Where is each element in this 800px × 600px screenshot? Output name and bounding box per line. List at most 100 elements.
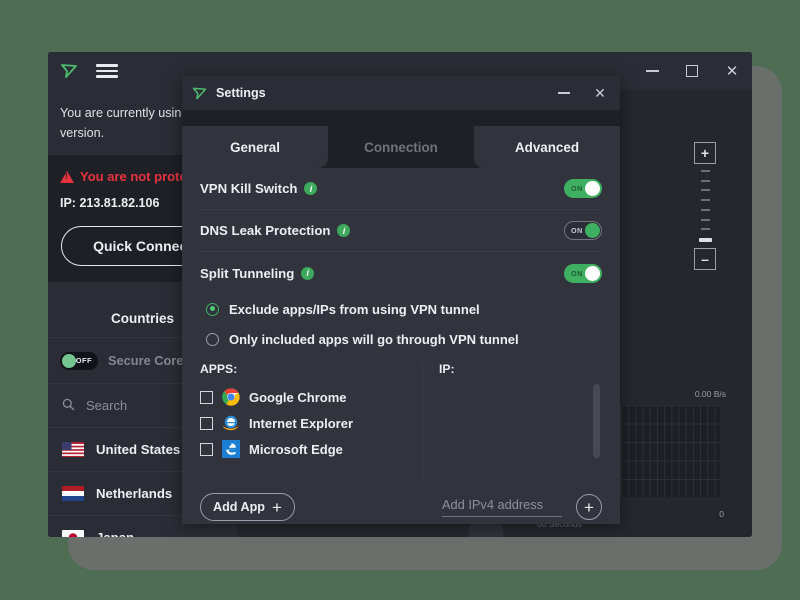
radio-row-exclude[interactable]: Exclude apps/IPs from using VPN tunnel — [200, 294, 602, 324]
ip-list-scrollbar[interactable] — [593, 384, 600, 458]
secure-core-toggle-state: OFF — [75, 355, 92, 365]
toggle-state-label: ON — [571, 226, 583, 235]
setting-label: DNS Leak Protection — [200, 223, 331, 238]
window-controls: ✕ — [632, 52, 752, 90]
app-checkbox-chrome[interactable] — [200, 390, 213, 404]
radio-include[interactable] — [206, 332, 219, 346]
toggle-state-label: ON — [571, 184, 583, 193]
settings-close-button[interactable]: ✕ — [582, 76, 618, 110]
split-tunneling-toggle[interactable]: ON — [564, 263, 602, 283]
setting-label-group: DNS Leak Protection i — [200, 223, 351, 238]
secure-core-toggle[interactable]: OFF — [60, 351, 98, 370]
zoom-tick — [700, 218, 710, 221]
settings-tabs: General Connection Advanced — [182, 126, 620, 168]
internet-explorer-icon — [222, 414, 240, 432]
app-list-item[interactable]: Microsoft Edge — [200, 436, 410, 462]
zoom-slider-track[interactable] — [698, 170, 712, 242]
search-icon — [62, 398, 75, 414]
zoom-tick — [700, 208, 710, 211]
setting-row-split-tunneling: Split Tunneling i ON — [200, 252, 602, 294]
setting-label: Split Tunneling — [200, 265, 295, 281]
settings-body: VPN Kill Switch i ON DNS Leak Protection… — [182, 168, 620, 524]
zoom-tick — [700, 228, 710, 231]
settings-titlebar: Settings ✕ — [182, 76, 620, 110]
vpn-logo-icon — [58, 60, 80, 82]
tab-connection[interactable]: Connection — [328, 126, 474, 168]
zoom-slider-thumb[interactable] — [698, 237, 712, 242]
apps-column: APPS: Google Chrome Internet Explorer Mi… — [200, 362, 422, 480]
setting-label-group: Split Tunneling i — [200, 265, 315, 281]
tab-advanced[interactable]: Advanced — [474, 126, 620, 168]
setting-label-group: VPN Kill Switch i — [200, 181, 318, 196]
add-app-button[interactable]: Add App + — [200, 493, 295, 521]
app-name: Google Chrome — [249, 389, 347, 405]
zoom-in-button[interactable]: + — [694, 142, 716, 164]
ip-label: IP: — [60, 196, 76, 211]
add-app-label: Add App — [213, 500, 265, 514]
info-icon[interactable]: i — [337, 224, 351, 237]
vpn-logo-icon — [190, 84, 208, 102]
app-checkbox-microsoft-edge[interactable] — [200, 442, 213, 456]
split-tunnel-columns: APPS: Google Chrome Internet Explorer Mi… — [200, 362, 602, 480]
map-zoom-control: + – — [694, 142, 716, 270]
toggle-knob — [585, 265, 600, 281]
zoom-tick — [700, 199, 710, 202]
minimize-button[interactable] — [632, 52, 672, 90]
flag-nl-icon — [62, 486, 84, 502]
radio-exclude[interactable] — [206, 302, 219, 316]
info-icon[interactable]: i — [301, 266, 315, 280]
settings-title: Settings — [216, 86, 266, 100]
microsoft-edge-icon — [222, 440, 240, 458]
zoom-out-button[interactable]: – — [694, 248, 716, 270]
apps-column-header: APPS: — [200, 362, 238, 376]
app-list-item[interactable]: Google Chrome — [200, 384, 410, 410]
setting-row-vpn-kill-switch: VPN Kill Switch i ON — [200, 168, 602, 210]
plus-icon: + — [584, 497, 594, 517]
tabstrip-spacer — [182, 110, 620, 126]
plus-icon: + — [272, 497, 282, 517]
page-root: ✕ You are currently using free version. … — [0, 0, 800, 600]
toggle-knob — [585, 223, 600, 238]
country-name: Netherlands — [96, 486, 173, 502]
settings-bottom-bar: Add App + + — [200, 486, 602, 528]
toggle-knob — [585, 181, 600, 196]
app-name: Internet Explorer — [249, 415, 354, 431]
speed-axis-zero: 0 — [719, 509, 724, 519]
zoom-tick — [700, 170, 710, 172]
warning-triangle-icon — [60, 170, 74, 183]
tab-general[interactable]: General — [182, 126, 328, 168]
radio-exclude-label: Exclude apps/IPs from using VPN tunnel — [229, 301, 480, 317]
zoom-tick — [700, 179, 710, 182]
settings-minimize-button[interactable] — [546, 76, 582, 110]
zoom-tick — [700, 189, 710, 192]
radio-include-label: Only included apps will go through VPN t… — [229, 331, 519, 347]
app-name: Microsoft Edge — [249, 441, 343, 457]
country-name: United States — [96, 442, 181, 458]
info-icon[interactable]: i — [304, 182, 318, 195]
ip-column: IP: — [423, 362, 602, 480]
setting-label: VPN Kill Switch — [200, 181, 298, 196]
vpn-kill-switch-toggle[interactable]: ON — [564, 179, 602, 198]
dns-leak-protection-toggle[interactable]: ON — [564, 221, 602, 240]
flag-us-icon — [62, 442, 84, 458]
settings-dialog: Settings ✕ General Connection Advanced V… — [182, 76, 620, 524]
settings-window-controls: ✕ — [546, 76, 618, 110]
chrome-icon — [222, 388, 240, 406]
radio-row-include[interactable]: Only included apps will go through VPN t… — [200, 324, 602, 354]
secure-core-label: Secure Core — [108, 353, 184, 369]
flag-jp-icon — [62, 530, 84, 537]
country-name: Japan — [96, 530, 134, 537]
ip-value: 213.81.82.106 — [79, 196, 160, 211]
speed-graph-grid — [620, 405, 720, 497]
speed-value-label: 0.00 B/s — [694, 389, 726, 399]
maximize-button[interactable] — [672, 52, 712, 90]
app-list-item[interactable]: Internet Explorer — [200, 410, 410, 436]
close-button[interactable]: ✕ — [712, 52, 752, 90]
app-checkbox-internet-explorer[interactable] — [200, 416, 213, 430]
ip-address-input[interactable] — [442, 497, 562, 517]
add-ip-button[interactable]: + — [576, 494, 602, 520]
hamburger-menu-icon[interactable] — [96, 62, 118, 80]
speed-graph: 0.00 B/s 0 — [612, 389, 740, 519]
toggle-state-label: ON — [571, 268, 583, 278]
toggle-knob — [62, 353, 76, 368]
